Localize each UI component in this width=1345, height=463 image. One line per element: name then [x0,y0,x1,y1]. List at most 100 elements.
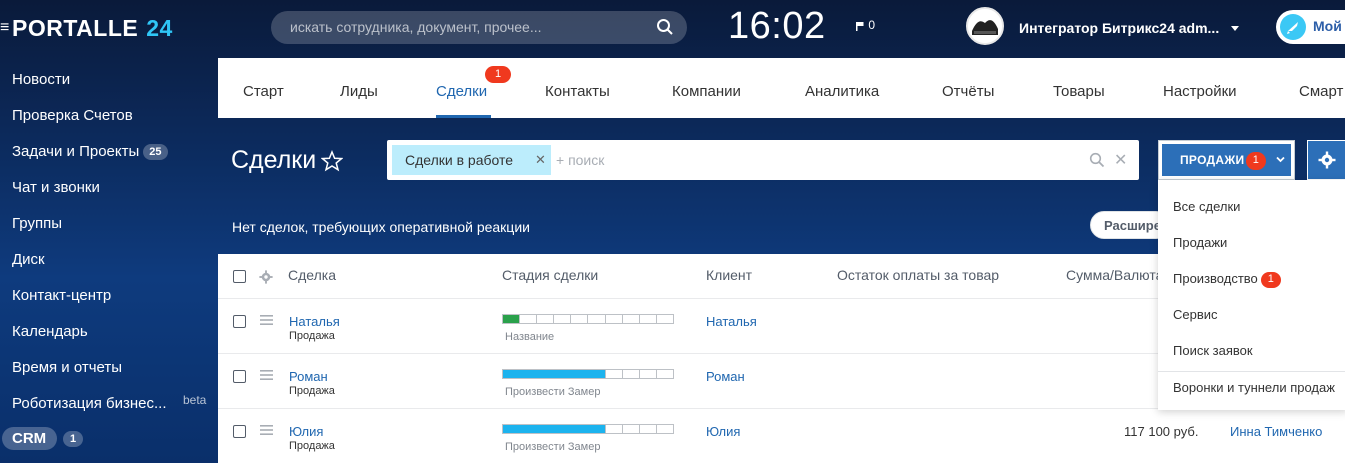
stage-segment[interactable] [622,370,640,378]
table-row[interactable]: Юлия Продажа Произвести Замер Юлия 117 100 р… [218,408,1345,463]
row-checkbox[interactable] [233,370,246,383]
stage-segment[interactable] [639,370,657,378]
pipeline-select-button[interactable]: ПРОДАЖИ 1 [1158,140,1295,180]
responsible-link[interactable]: Инна Тимченко [1230,424,1322,439]
clock[interactable]: 16:02 [728,5,826,48]
dropdown-item-funnels[interactable]: Воронки и туннели продаж [1173,380,1335,395]
notifications-flag[interactable]: 0 [855,18,875,32]
stage-segment[interactable] [656,370,673,378]
filter-chip[interactable]: Сделки в работе ✕ [392,145,551,175]
tab-contacts[interactable]: Контакты [545,83,610,100]
dropdown-item-requests[interactable]: Поиск заявок [1173,343,1253,358]
column-header-stage[interactable]: Стадия сделки [502,267,598,283]
stage-progress[interactable] [502,424,674,434]
search-icon[interactable] [656,18,674,36]
tab-leads[interactable]: Лиды [340,83,378,100]
sidebar-item-time-reports[interactable]: Время и отчеты [12,359,122,376]
client-link[interactable]: Наталья [706,314,757,329]
filter-search-bar[interactable]: Сделки в работе ✕ + поиск ✕ [387,140,1139,180]
column-header-client[interactable]: Клиент [706,267,752,283]
tab-deals[interactable]: Сделки [436,83,487,100]
stage-segment[interactable] [605,315,623,323]
chevron-down-icon[interactable] [1231,26,1239,31]
tab-products[interactable]: Товары [1053,83,1105,100]
stage-segment[interactable] [503,315,521,323]
deal-name-link[interactable]: Наталья [289,314,340,329]
stage-segment[interactable] [571,315,589,323]
dropdown-item-service[interactable]: Сервис [1173,307,1218,322]
user-name[interactable]: Интегратор Битрикс24 adm... [1019,20,1219,36]
search-input[interactable]: искать сотрудника, документ, прочее... [271,11,687,44]
client-link[interactable]: Роман [706,369,745,384]
stage-segment[interactable] [554,370,572,378]
tab-companies[interactable]: Компании [672,83,741,100]
stage-segment[interactable] [503,370,521,378]
drag-handle-icon[interactable] [260,370,273,380]
stage-segment[interactable] [605,370,623,378]
stage-segment[interactable] [520,425,538,433]
menu-icon[interactable]: ≡ [0,20,9,36]
stage-segment[interactable] [554,425,572,433]
sidebar-item-calendar[interactable]: Календарь [12,323,88,340]
row-checkbox[interactable] [233,315,246,328]
stage-segment[interactable] [588,370,606,378]
sidebar-item-groups[interactable]: Группы [12,215,62,232]
row-checkbox[interactable] [233,425,246,438]
sidebar-item-contact-center[interactable]: Контакт-центр [12,287,111,304]
dropdown-item-sales[interactable]: Продажи [1173,235,1227,250]
stage-segment[interactable] [656,315,673,323]
column-header-sum[interactable]: Сумма/Валюта [1066,267,1163,283]
logo[interactable]: PORTALLE 24 [12,15,173,42]
stage-segment[interactable] [537,425,555,433]
stage-segment[interactable] [622,425,640,433]
search-icon[interactable] [1089,152,1105,168]
star-icon[interactable] [321,150,343,172]
clear-icon[interactable]: ✕ [1114,150,1127,170]
stage-segment[interactable] [520,315,538,323]
stage-segment[interactable] [622,315,640,323]
tab-start[interactable]: Старт [243,83,284,100]
deal-name-link[interactable]: Юлия [289,424,323,439]
deal-name-link[interactable]: Роман [289,369,328,384]
stage-segment[interactable] [537,370,555,378]
dropdown-item-all-deals[interactable]: Все сделки [1173,199,1240,214]
close-icon[interactable]: ✕ [535,152,546,168]
stage-segment[interactable] [571,370,589,378]
tab-reports[interactable]: Отчёты [942,83,994,100]
stage-segment[interactable] [588,425,606,433]
tab-analytics[interactable]: Аналитика [805,83,879,100]
tab-settings[interactable]: Настройки [1163,83,1237,100]
drag-handle-icon[interactable] [260,425,273,435]
sidebar-item-tasks[interactable]: Задачи и Проекты 25 [12,143,168,160]
stage-segment[interactable] [571,425,589,433]
stage-progress[interactable] [502,369,674,379]
stage-segment[interactable] [656,425,673,433]
gear-icon[interactable] [259,270,273,284]
stage-progress[interactable] [502,314,674,324]
tab-smart[interactable]: Смарт [1299,83,1343,100]
stage-segment[interactable] [554,315,572,323]
dropdown-item-production[interactable]: Производство 1 [1173,271,1281,288]
sidebar-item-news[interactable]: Новости [12,71,70,88]
stage-segment[interactable] [639,315,657,323]
stage-segment[interactable] [605,425,623,433]
stage-segment[interactable] [588,315,606,323]
drag-handle-icon[interactable] [260,315,273,325]
client-link[interactable]: Юлия [706,424,740,439]
column-header-balance[interactable]: Остаток оплаты за товар [837,267,999,283]
stage-segment[interactable] [520,370,538,378]
sidebar-item-crm[interactable]: CRM [2,427,57,450]
my-button[interactable]: Мой [1276,10,1345,44]
settings-button[interactable] [1307,140,1345,180]
sidebar-item-automation[interactable]: Роботизация бизнес... [12,395,167,412]
stage-segment[interactable] [639,425,657,433]
sidebar-item-chat[interactable]: Чат и звонки [12,179,100,196]
stage-segment[interactable] [503,425,521,433]
column-header-deal[interactable]: Сделка [288,267,336,283]
avatar[interactable] [966,7,1004,45]
sidebar-item-invoice-check[interactable]: Проверка Счетов [12,107,133,124]
sidebar-item-drive[interactable]: Диск [12,251,45,268]
stage-segment[interactable] [537,315,555,323]
filter-input[interactable]: + поиск [556,152,604,168]
select-all-checkbox[interactable] [233,270,246,283]
